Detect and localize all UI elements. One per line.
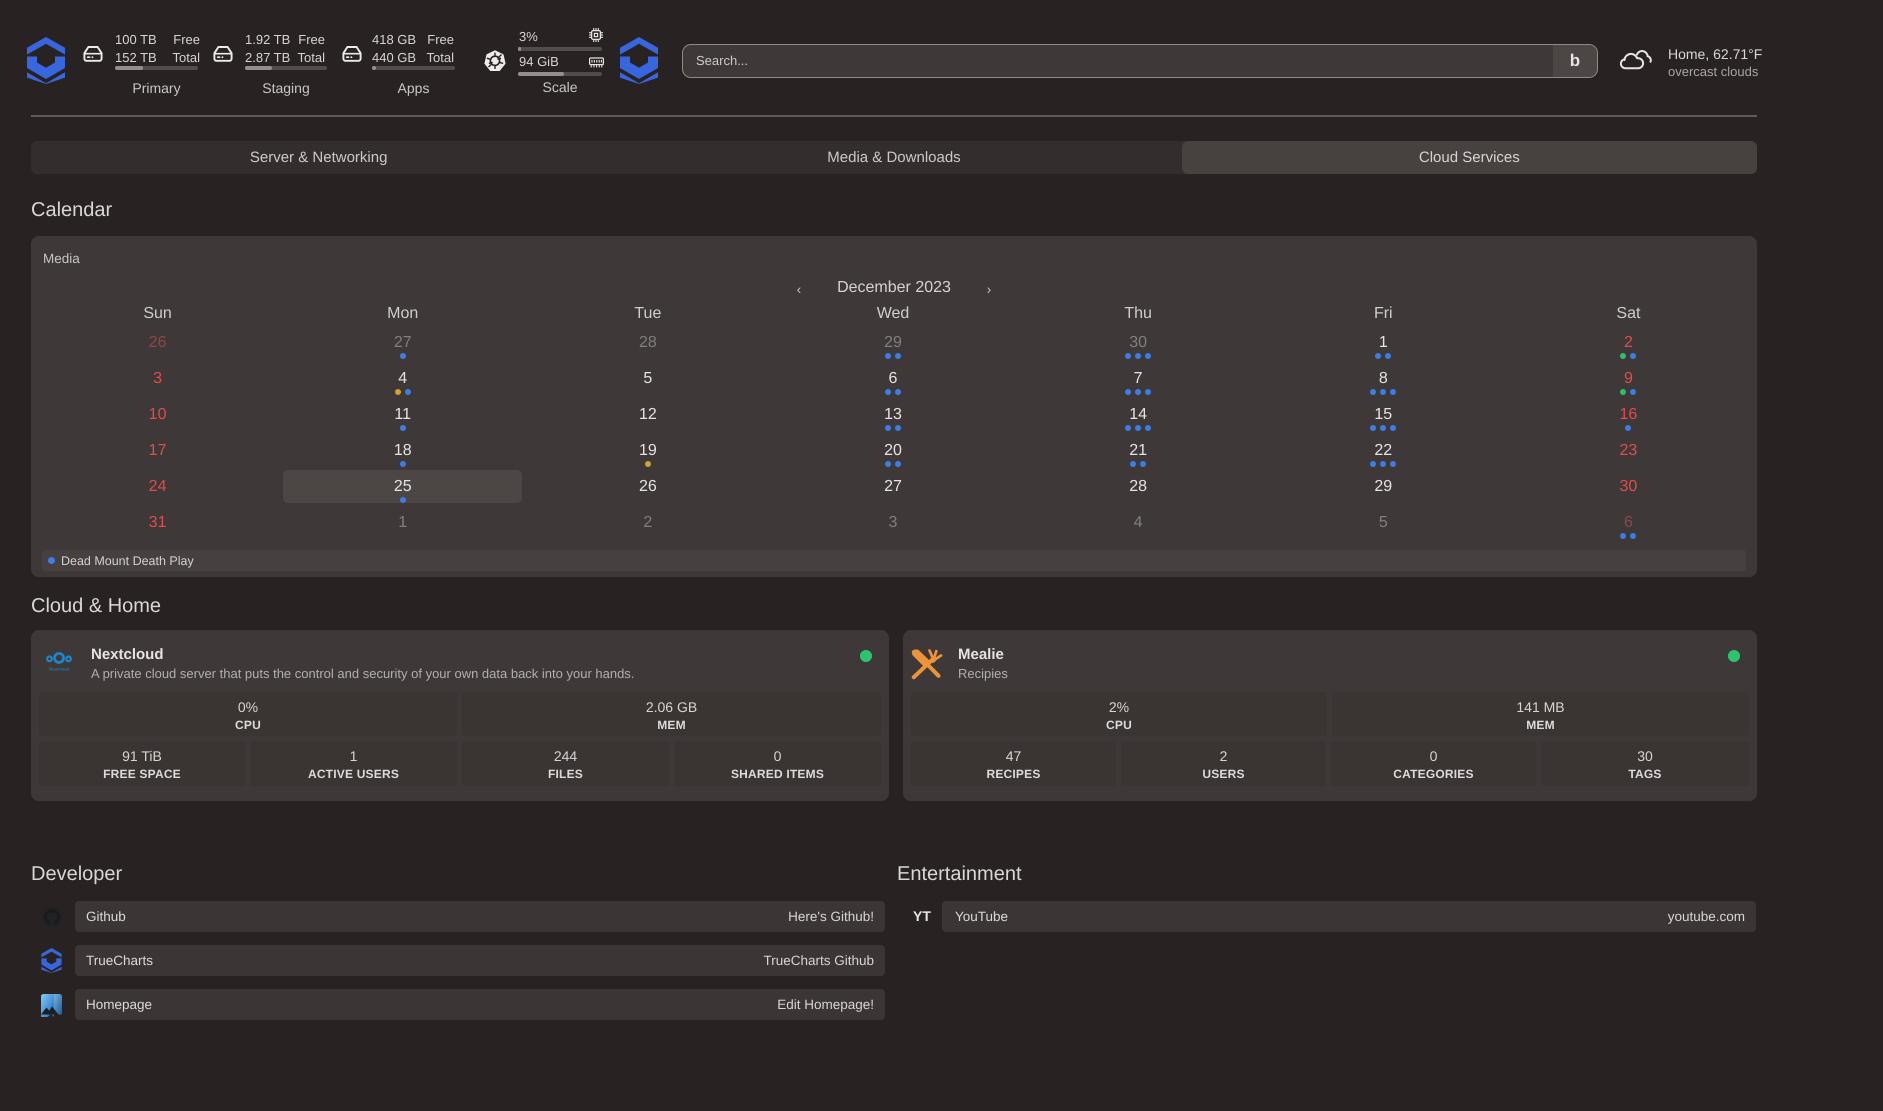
svg-text:Nextcloud: Nextcloud (49, 667, 69, 672)
